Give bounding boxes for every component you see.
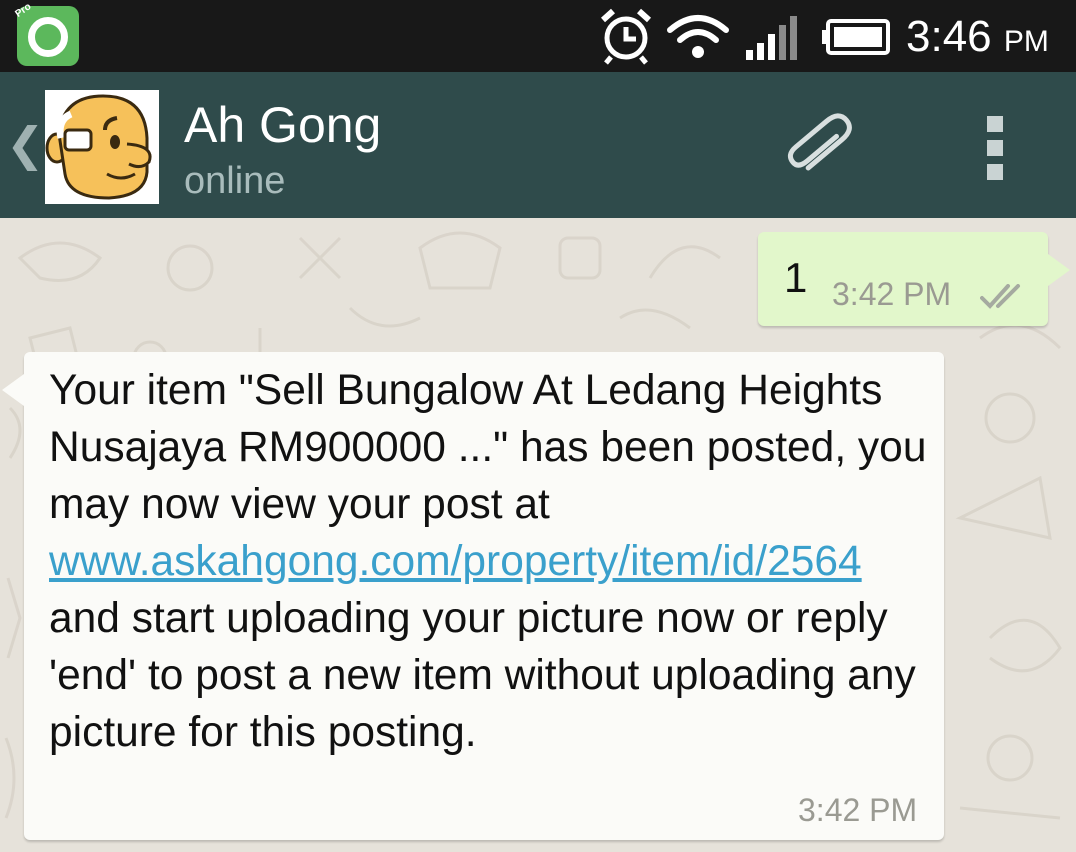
post-link[interactable]: www.askahgong.com/property/item/id/2564 — [49, 538, 862, 585]
battery-icon — [822, 19, 890, 55]
overflow-menu-icon[interactable] — [978, 112, 1012, 184]
alarm-icon — [600, 8, 652, 65]
clock-ampm: PM — [1003, 25, 1049, 58]
outgoing-message-text: 1 — [784, 254, 808, 301]
status-bar: Pro 3:46 PM — [0, 0, 1076, 72]
contact-status: online — [184, 160, 286, 202]
incoming-message[interactable]: Your item "Sell Bungalow At Ledang Heigh… — [2, 352, 944, 840]
status-clock: 3:46 PM — [906, 12, 1049, 62]
wifi-icon — [667, 15, 729, 58]
avatar[interactable] — [45, 90, 159, 204]
outgoing-message-time: 3:42 PM — [832, 276, 952, 312]
outgoing-message[interactable]: 1 3:42 PM — [758, 232, 1070, 326]
incoming-message-time: 3:42 PM — [798, 792, 918, 828]
clock-time: 3:46 — [906, 12, 992, 61]
incoming-text-before-link: Your item "Sell Bungalow At Ledang Heigh… — [49, 367, 927, 528]
message-list[interactable]: 1 3:42 PM Your item "Sell Bungalow At Le… — [0, 218, 1076, 852]
chevron-left-icon[interactable]: ❮ — [6, 117, 45, 171]
double-check-icon — [980, 284, 1020, 309]
attach-button[interactable] — [780, 106, 870, 186]
incoming-message-text: Your item "Sell Bungalow At Ledang Heigh… — [49, 362, 939, 761]
conversation-header: ❮ Ah Gong online — [0, 72, 1076, 218]
incoming-text-after-link: and start uploading your picture now or … — [49, 595, 916, 756]
signal-icon — [746, 16, 797, 60]
contact-name[interactable]: Ah Gong — [184, 96, 381, 154]
avatar-cartoon-grandpa-icon — [45, 90, 159, 204]
paperclip-icon — [787, 113, 852, 171]
